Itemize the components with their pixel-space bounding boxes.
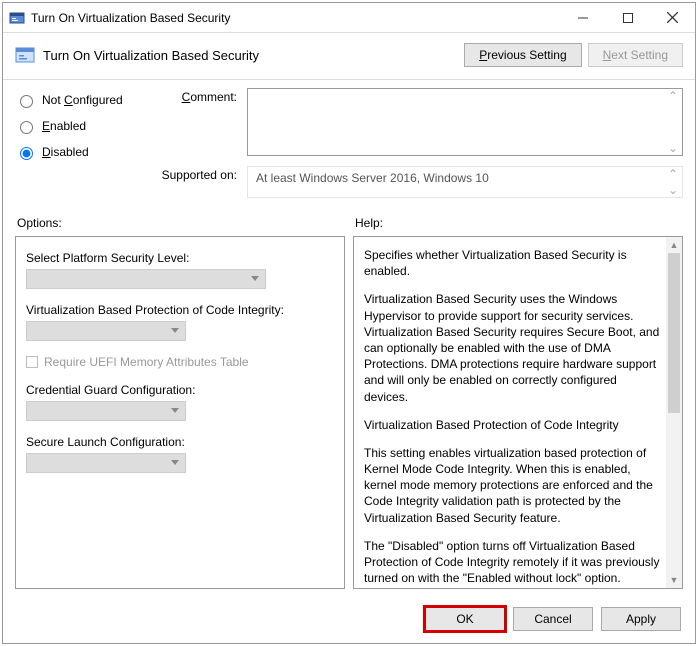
help-p2: Virtualization Based Security uses the W… xyxy=(364,291,660,404)
help-column: Help: Specifies whether Virtualization B… xyxy=(353,210,683,589)
scrollbar-down-icon[interactable]: ▼ xyxy=(666,572,682,588)
lower-panel: Options: Select Platform Security Level:… xyxy=(3,202,695,597)
policy-header: Turn On Virtualization Based Security Pr… xyxy=(3,33,695,80)
uefi-checkbox: Require UEFI Memory Attributes Table xyxy=(26,355,326,369)
supported-on-field: At least Windows Server 2016, Windows 10… xyxy=(247,166,683,198)
maximize-button[interactable] xyxy=(605,3,650,33)
scrollbar-thumb[interactable] xyxy=(668,253,680,413)
radio-disabled-label: Disabled xyxy=(42,145,89,159)
scrollbar-up-icon[interactable]: ▲ xyxy=(666,237,682,253)
radio-not-configured-label: Not Configured xyxy=(42,93,123,107)
help-p4: This setting enables virtualization base… xyxy=(364,445,660,526)
comment-textarea[interactable]: ⌃⌄ xyxy=(247,88,683,156)
platform-security-select xyxy=(26,269,266,289)
radio-not-configured-input[interactable] xyxy=(20,95,33,108)
radio-enabled[interactable]: Enabled xyxy=(15,118,135,134)
comment-spinner[interactable]: ⌃⌄ xyxy=(668,91,678,153)
comment-row: Comment: ⌃⌄ xyxy=(147,88,683,156)
upper-fields: Comment: ⌃⌄ Supported on: At least Windo… xyxy=(147,88,683,198)
previous-setting-button[interactable]: Previous Setting xyxy=(464,43,581,67)
upper-panel: Not Configured Enabled Disabled Comment:… xyxy=(3,80,695,202)
ok-button[interactable]: OK xyxy=(425,607,505,631)
secure-launch-label: Secure Launch Configuration: xyxy=(26,435,326,449)
policy-icon xyxy=(15,45,35,65)
help-p1: Specifies whether Virtualization Based S… xyxy=(364,247,660,279)
window-title: Turn On Virtualization Based Security xyxy=(31,11,560,25)
options-box: Select Platform Security Level: Virtuali… xyxy=(15,236,345,589)
options-column: Options: Select Platform Security Level:… xyxy=(15,210,345,589)
credential-guard-label: Credential Guard Configuration: xyxy=(26,383,326,397)
supported-spinner: ⌃⌄ xyxy=(668,169,678,195)
options-label: Options: xyxy=(15,210,345,236)
dialog-window: Turn On Virtualization Based Security Tu… xyxy=(2,2,696,644)
radio-not-configured[interactable]: Not Configured xyxy=(15,92,135,108)
help-box: Specifies whether Virtualization Based S… xyxy=(353,236,683,589)
state-radios: Not Configured Enabled Disabled xyxy=(15,88,135,198)
supported-on-text: At least Windows Server 2016, Windows 10 xyxy=(256,171,489,185)
cancel-button[interactable]: Cancel xyxy=(513,607,593,631)
minimize-button[interactable] xyxy=(560,3,605,33)
help-scrollbar[interactable]: ▲ ▼ xyxy=(666,237,682,588)
help-label: Help: xyxy=(353,210,683,236)
policy-title: Turn On Virtualization Based Security xyxy=(43,48,464,63)
vbp-label: Virtualization Based Protection of Code … xyxy=(26,303,326,317)
secure-launch-select xyxy=(26,453,186,473)
supported-row: Supported on: At least Windows Server 20… xyxy=(147,166,683,198)
uefi-checkbox-label: Require UEFI Memory Attributes Table xyxy=(44,355,249,369)
platform-security-label: Select Platform Security Level: xyxy=(26,251,326,265)
app-icon xyxy=(9,10,25,26)
chevron-down-icon: ⌄ xyxy=(668,185,678,195)
checkbox-icon xyxy=(26,356,38,368)
close-button[interactable] xyxy=(650,3,695,33)
radio-disabled[interactable]: Disabled xyxy=(15,144,135,160)
nav-buttons: Previous Setting Next Setting xyxy=(464,43,683,67)
radio-enabled-label: Enabled xyxy=(42,119,86,133)
chevron-up-icon: ⌃ xyxy=(668,169,678,179)
credential-guard-select xyxy=(26,401,186,421)
vbp-select xyxy=(26,321,186,341)
help-text: Specifies whether Virtualization Based S… xyxy=(364,247,660,586)
dialog-footer: OK Cancel Apply xyxy=(3,597,695,643)
help-p3: Virtualization Based Protection of Code … xyxy=(364,417,660,433)
comment-label: Comment: xyxy=(147,88,237,104)
chevron-down-icon[interactable]: ⌄ xyxy=(668,143,678,153)
chevron-up-icon[interactable]: ⌃ xyxy=(668,91,678,101)
next-setting-button: Next Setting xyxy=(588,43,683,67)
radio-disabled-input[interactable] xyxy=(20,147,33,160)
window-controls xyxy=(560,3,695,33)
apply-button[interactable]: Apply xyxy=(601,607,681,631)
supported-label: Supported on: xyxy=(147,166,237,182)
radio-enabled-input[interactable] xyxy=(20,121,33,134)
help-p5: The "Disabled" option turns off Virtuali… xyxy=(364,538,660,587)
titlebar: Turn On Virtualization Based Security xyxy=(3,3,695,33)
